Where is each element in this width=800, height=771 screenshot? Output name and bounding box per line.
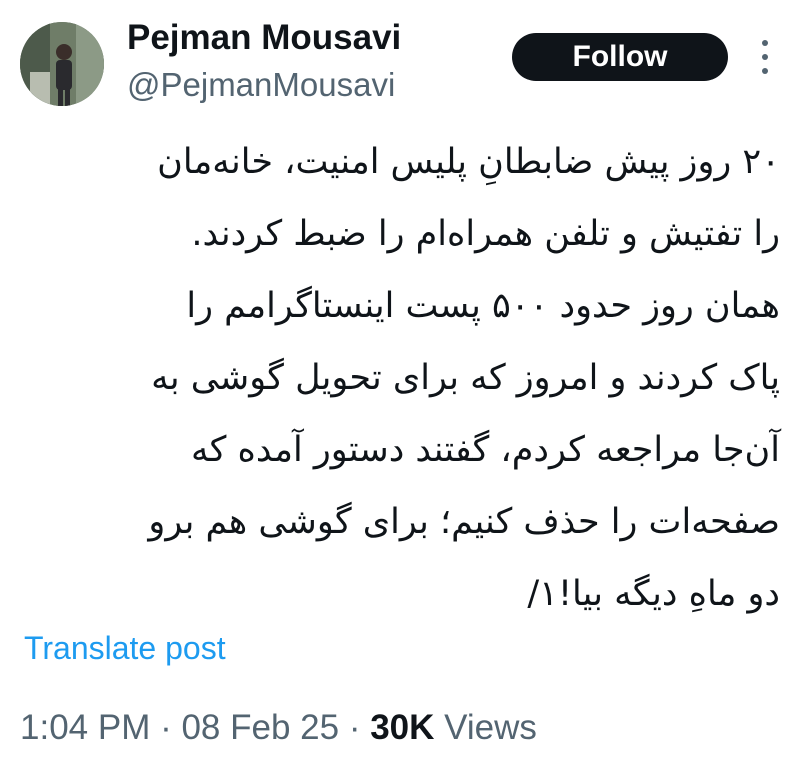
tweet-text: ۲۰ روز پیش ضابطانِ پلیس امنیت، خانه‌مان … [20,126,780,630]
tweet-meta: 1:04 PM · 08 Feb 25 · 30K Views [20,708,537,748]
tweet-line: را تفتیش و تلفن همراه‌ام را ضبط کردند. [191,214,780,254]
views-count[interactable]: 30K [370,708,434,747]
tweet-time[interactable]: 1:04 PM [20,708,150,747]
more-dots-icon[interactable] [752,40,778,74]
tweet-header: Pejman Mousavi @PejmanMousavi Follow [0,0,800,120]
avatar[interactable] [20,22,104,106]
author-handle[interactable]: @PejmanMousavi [127,66,395,104]
tweet-line: دو ماهِ دیگه بیا!۱/ [527,574,780,614]
tweet-line: پاک کردند و امروز که برای تحویل گوشی به [151,358,780,398]
dot [762,54,768,60]
dot [762,40,768,46]
views-label: Views [434,708,537,747]
follow-button[interactable]: Follow [512,33,728,81]
tweet-line: همان روز حدود ۵۰۰ پست اینستاگرامم را [186,286,780,326]
meta-separator: · [339,708,371,747]
translate-post-link[interactable]: Translate post [24,630,226,667]
tweet-line: صفحه‌ات را حذف کنیم؛ برای گوشی هم برو [148,502,780,542]
meta-separator: · [150,708,182,747]
author-name[interactable]: Pejman Mousavi [127,18,401,58]
tweet-line: ۲۰ روز پیش ضابطانِ پلیس امنیت، خانه‌مان [157,142,780,182]
tweet-line: آن‌جا مراجعه کردم، گفتند دستور آمده که [190,430,780,470]
tweet-date[interactable]: 08 Feb 25 [181,708,339,747]
avatar-photo [20,22,104,106]
dot [762,68,768,74]
